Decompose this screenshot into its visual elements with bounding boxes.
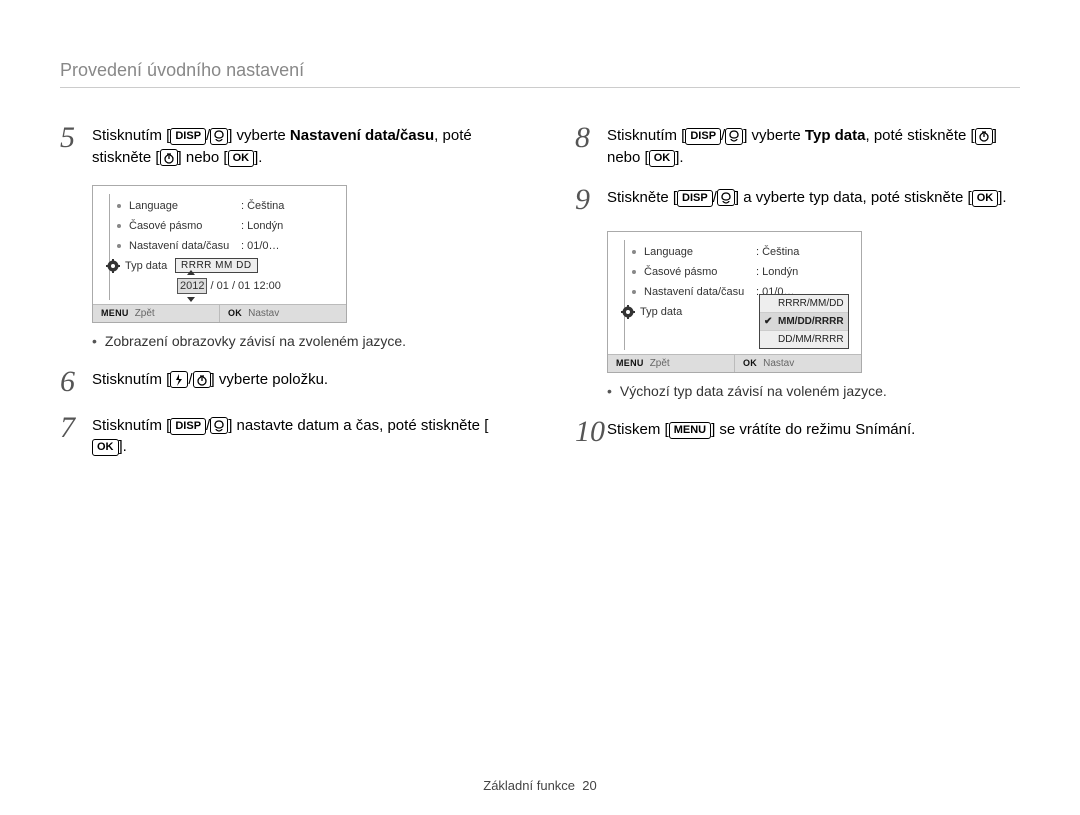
note-left: Zobrazení obrazovky závisí na zvoleném j… <box>92 333 505 349</box>
status-bar: MENUZpět OKNastav <box>93 304 346 322</box>
step-5: 5 Stisknutím [DISP/] vyberte Nastavení d… <box>60 123 505 169</box>
step-10: 10 Stiskem [MENU] se vrátíte do režimu S… <box>575 417 1020 447</box>
menu-datetype-label: Typ data <box>125 260 175 272</box>
step-text: Stiskem [MENU] se vrátíte do režimu Sním… <box>607 417 915 441</box>
step-8: 8 Stisknutím [DISP/] vyberte Typ data, p… <box>575 123 1020 169</box>
caret-up-icon[interactable] <box>187 270 195 275</box>
step-7: 7 Stisknutím [DISP/] nastavte datum a ča… <box>60 413 505 459</box>
step-text: Stisknutím [/] vyberte položku. <box>92 367 328 391</box>
menu-timezone-label: Časové pásmo <box>129 220 241 232</box>
menu-datetime-label: Nastavení data/času <box>644 286 756 298</box>
step-number: 5 <box>60 123 92 153</box>
step-number: 9 <box>575 185 607 215</box>
macro-icon <box>717 189 735 206</box>
macro-icon <box>210 417 228 434</box>
step-number: 10 <box>575 417 607 447</box>
step-6: 6 Stisknutím [/] vyberte položku. <box>60 367 505 397</box>
step-number: 7 <box>60 413 92 443</box>
disp-key: DISP <box>170 128 206 145</box>
datetype-option[interactable]: DD/MM/RRRR <box>760 331 848 348</box>
step-number: 6 <box>60 367 92 397</box>
step-text: Stisknutím [DISP/] nastavte datum a čas,… <box>92 413 505 459</box>
datetype-option[interactable]: RRRR/MM/DD <box>760 295 848 313</box>
macro-icon <box>210 128 228 145</box>
gear-icon <box>105 259 121 273</box>
timer-icon <box>193 371 211 388</box>
gear-icon <box>620 305 636 319</box>
timer-icon <box>160 149 178 166</box>
year-field[interactable]: 2012 <box>177 278 207 294</box>
step-text: Stisknutím [DISP/] vyberte Typ data, pot… <box>607 123 1020 169</box>
menu-datetype-label: Typ data <box>640 306 690 318</box>
caret-down-icon[interactable] <box>187 297 195 302</box>
ok-key: OK <box>649 150 676 167</box>
left-column: 5 Stisknutím [DISP/] vyberte Nastavení d… <box>60 123 505 474</box>
step-text: Stisknutím [DISP/] vyberte Nastavení dat… <box>92 123 505 169</box>
menu-language-label: Language <box>129 200 241 212</box>
page-header: Provedení úvodního nastavení <box>60 60 1020 88</box>
flash-icon <box>170 371 188 388</box>
disp-key: DISP <box>685 128 721 145</box>
ok-key: OK <box>92 439 119 456</box>
status-bar: MENUZpět OKNastav <box>608 354 861 372</box>
note-right: Výchozí typ data závisí na voleném jazyc… <box>607 383 1020 399</box>
datetime-editor[interactable]: 2012 / 01 / 01 12:00 <box>175 278 334 294</box>
datetype-dropdown[interactable]: RRRR/MM/DD MM/DD/RRRR DD/MM/RRRR <box>759 294 849 349</box>
menu-key: MENU <box>669 422 711 439</box>
menu-datetime-label: Nastavení data/času <box>129 240 241 252</box>
menu-language-label: Language <box>644 246 756 258</box>
macro-icon <box>725 128 743 145</box>
ok-key: OK <box>228 150 255 167</box>
disp-key: DISP <box>677 190 713 207</box>
right-column: 8 Stisknutím [DISP/] vyberte Typ data, p… <box>575 123 1020 474</box>
camera-screen-datetime: Language: Čeština Časové pásmo: Londýn N… <box>92 185 347 323</box>
ok-key: OK <box>972 190 999 207</box>
step-9: 9 Stiskněte [DISP/] a vyberte typ data, … <box>575 185 1020 215</box>
page-footer: Základní funkce 20 <box>0 778 1080 793</box>
datetype-option-selected[interactable]: MM/DD/RRRR <box>760 313 848 331</box>
step-text: Stiskněte [DISP/] a vyberte typ data, po… <box>607 185 1007 209</box>
menu-timezone-label: Časové pásmo <box>644 266 756 278</box>
timer-icon <box>975 128 993 145</box>
camera-screen-datetype: Language: Čeština Časové pásmo: Londýn N… <box>607 231 862 373</box>
step-number: 8 <box>575 123 607 153</box>
disp-key: DISP <box>170 418 206 435</box>
